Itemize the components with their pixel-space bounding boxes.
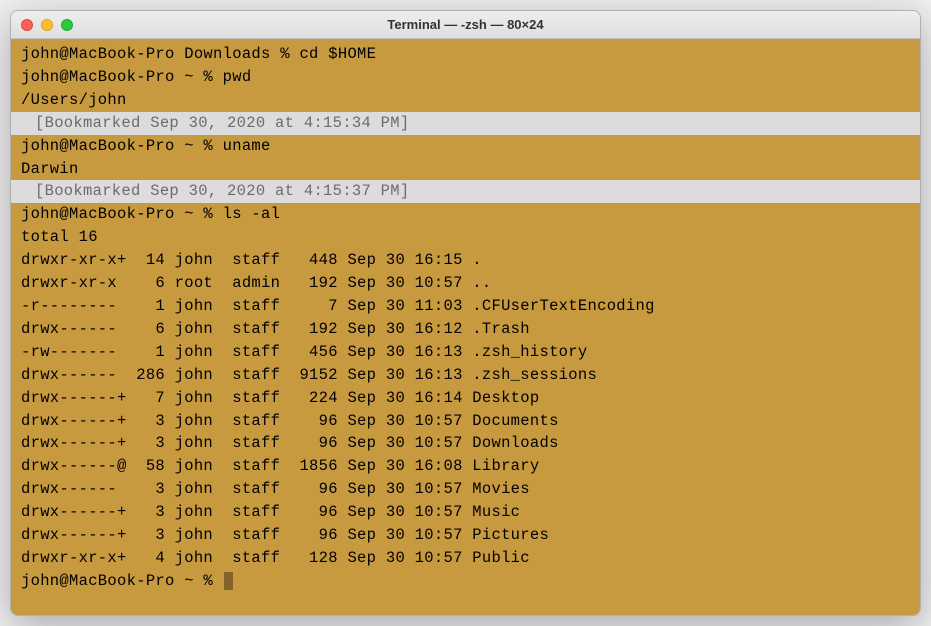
terminal-line: drwx------+ 3 john staff 96 Sep 30 10:57… xyxy=(21,410,912,433)
terminal-line: drwx------@ 58 john staff 1856 Sep 30 16… xyxy=(21,455,912,478)
window-title: Terminal — -zsh — 80×24 xyxy=(11,17,920,32)
terminal-line: -rw------- 1 john staff 456 Sep 30 16:13… xyxy=(21,341,912,364)
terminal-line: drwxr-xr-x+ 14 john staff 448 Sep 30 16:… xyxy=(21,249,912,272)
terminal-line: total 16 xyxy=(21,226,912,249)
terminal-line: john@MacBook-Pro ~ % uname xyxy=(21,135,912,158)
terminal-window: Terminal — -zsh — 80×24 john@MacBook-Pro… xyxy=(10,10,921,616)
terminal-line: /Users/john xyxy=(21,89,912,112)
title-bar[interactable]: Terminal — -zsh — 80×24 xyxy=(11,11,920,39)
terminal-line: drwxr-xr-x 6 root admin 192 Sep 30 10:57… xyxy=(21,272,912,295)
minimize-button[interactable] xyxy=(41,19,53,31)
cursor xyxy=(224,572,233,590)
terminal-line: drwx------ 6 john staff 192 Sep 30 16:12… xyxy=(21,318,912,341)
terminal-line: drwx------ 286 john staff 9152 Sep 30 16… xyxy=(21,364,912,387)
terminal-line: john@MacBook-Pro Downloads % cd $HOME xyxy=(21,43,912,66)
traffic-lights xyxy=(21,19,73,31)
terminal-body[interactable]: john@MacBook-Pro Downloads % cd $HOMEjoh… xyxy=(11,39,920,615)
terminal-line: drwx------+ 3 john staff 96 Sep 30 10:57… xyxy=(21,524,912,547)
maximize-button[interactable] xyxy=(61,19,73,31)
bookmark-line: [Bookmarked Sep 30, 2020 at 4:15:37 PM] xyxy=(11,180,920,203)
close-button[interactable] xyxy=(21,19,33,31)
terminal-line: Darwin xyxy=(21,158,912,181)
terminal-line: -r-------- 1 john staff 7 Sep 30 11:03 .… xyxy=(21,295,912,318)
terminal-line: drwxr-xr-x+ 4 john staff 128 Sep 30 10:5… xyxy=(21,547,912,570)
terminal-line: john@MacBook-Pro ~ % ls -al xyxy=(21,203,912,226)
terminal-line: john@MacBook-Pro ~ % pwd xyxy=(21,66,912,89)
prompt-line: john@MacBook-Pro ~ % xyxy=(21,570,912,593)
terminal-line: drwx------ 3 john staff 96 Sep 30 10:57 … xyxy=(21,478,912,501)
terminal-line: drwx------+ 3 john staff 96 Sep 30 10:57… xyxy=(21,501,912,524)
bookmark-line: [Bookmarked Sep 30, 2020 at 4:15:34 PM] xyxy=(11,112,920,135)
terminal-line: drwx------+ 3 john staff 96 Sep 30 10:57… xyxy=(21,432,912,455)
terminal-line: drwx------+ 7 john staff 224 Sep 30 16:1… xyxy=(21,387,912,410)
